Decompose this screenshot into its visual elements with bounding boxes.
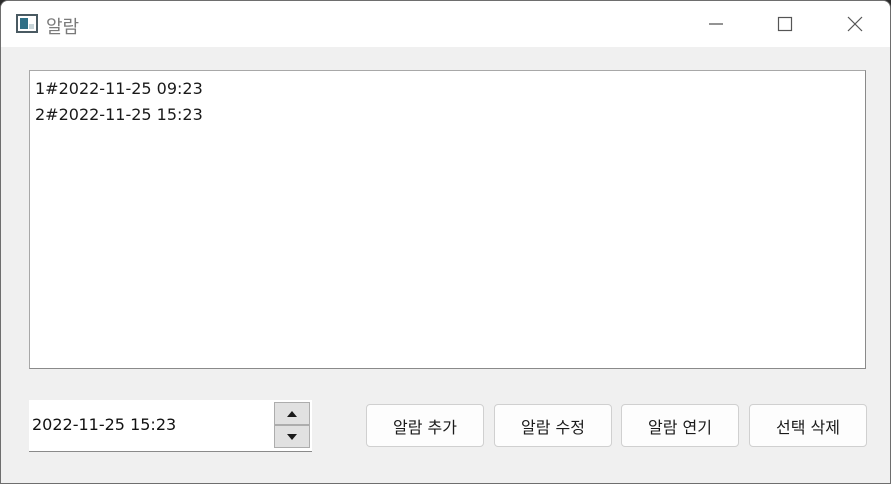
close-icon bbox=[847, 16, 863, 32]
add-alarm-button[interactable]: 알람 추가 bbox=[366, 404, 484, 447]
arrow-up-icon bbox=[287, 410, 297, 417]
maximize-icon bbox=[777, 16, 793, 32]
list-item[interactable]: 1#2022-11-25 09:23 bbox=[30, 76, 865, 102]
delete-selected-button[interactable]: 선택 삭제 bbox=[749, 404, 867, 447]
spin-down-button[interactable] bbox=[274, 425, 310, 448]
snooze-alarm-button[interactable]: 알람 연기 bbox=[621, 404, 739, 447]
edit-alarm-button[interactable]: 알람 수정 bbox=[494, 404, 612, 447]
app-window-icon bbox=[16, 14, 38, 33]
alarm-window: 알람 1#2022-11-25 09:23 2#2022-11-25 15:23… bbox=[0, 0, 891, 484]
spin-up-button[interactable] bbox=[274, 402, 310, 425]
datetime-value: 2022-11-25 15:23 bbox=[32, 415, 177, 434]
window-title: 알람 bbox=[46, 17, 80, 38]
datetime-input[interactable]: 2022-11-25 15:23 bbox=[29, 400, 312, 452]
alarm-list[interactable]: 1#2022-11-25 09:23 2#2022-11-25 15:23 bbox=[29, 70, 866, 369]
title-bar[interactable]: 알람 bbox=[1, 1, 890, 47]
maximize-button[interactable] bbox=[750, 1, 820, 47]
datetime-spinner bbox=[274, 402, 310, 448]
minimize-icon bbox=[709, 23, 723, 25]
list-item[interactable]: 2#2022-11-25 15:23 bbox=[30, 102, 865, 128]
arrow-down-icon bbox=[287, 433, 297, 440]
minimize-button[interactable] bbox=[681, 1, 751, 47]
close-button[interactable] bbox=[820, 1, 890, 47]
